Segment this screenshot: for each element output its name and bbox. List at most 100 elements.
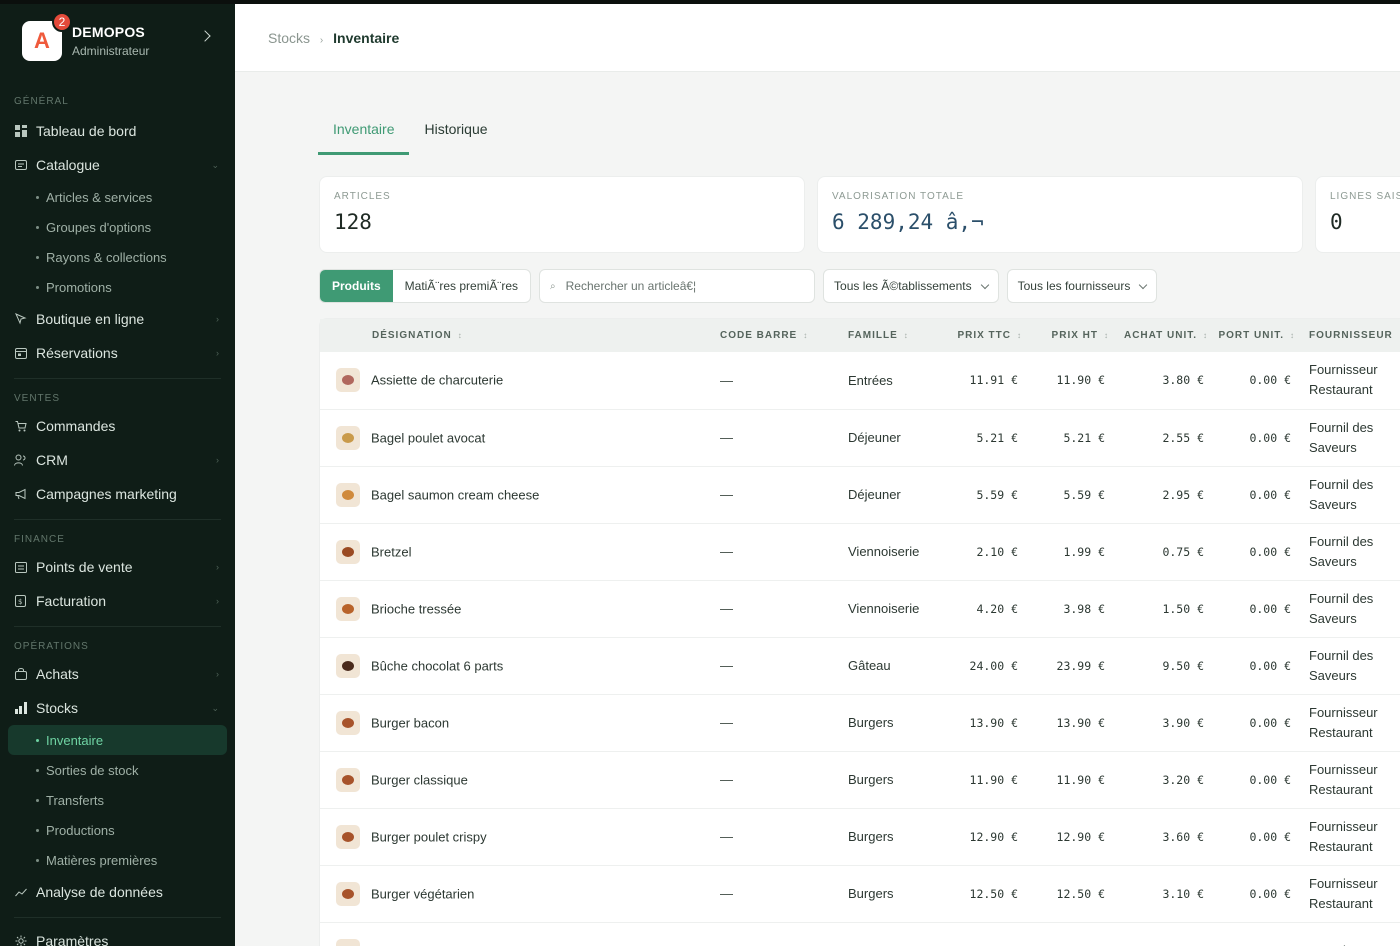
- sidebar-item-stocks[interactable]: Stocks ⌄: [0, 691, 235, 725]
- product-name: Bretzel: [371, 544, 412, 559]
- cell-shipping-unit: 0.00 €: [1249, 658, 1291, 673]
- sidebar-item-parametres[interactable]: Paramètres: [0, 924, 235, 946]
- segment-matieres[interactable]: MatiÃ¨res premiÃ¨res: [393, 270, 530, 302]
- table-row[interactable]: Bagel poulet avocat — Déjeuner 5.21 € 5.21 €…: [320, 409, 1400, 466]
- users-icon: [14, 454, 27, 467]
- sidebar-item-crm[interactable]: CRM ›: [0, 443, 235, 477]
- sidebar-item-label: Réservations: [36, 345, 118, 361]
- sidebar-item-reservations[interactable]: Réservations ›: [0, 336, 235, 370]
- bag-icon: [14, 668, 27, 681]
- brand-role: Administrateur: [72, 44, 150, 58]
- sidebar-item-analyse[interactable]: Analyse de données: [0, 875, 235, 909]
- product-thumbnail: [336, 653, 360, 678]
- sidebar-item-label: Facturation: [36, 593, 107, 609]
- sidebar-item-label: CRM: [36, 452, 68, 468]
- sidebar-subitem-productions[interactable]: Productions: [0, 815, 235, 845]
- sidebar-item-facturation[interactable]: $ Facturation ›: [0, 584, 235, 618]
- sidebar-subitem-label: Inventaire: [46, 732, 104, 748]
- column-header[interactable]: CODE BARRE ↕: [720, 319, 848, 352]
- sidebar-subitem-sorties[interactable]: Sorties de stock: [0, 755, 235, 785]
- cell-supplier: Fournil des Saveurs: [1309, 476, 1374, 512]
- column-header[interactable]: PORT UNIT. ↕: [1216, 319, 1303, 352]
- tab-inventaire[interactable]: Inventaire: [318, 112, 410, 155]
- chevron-right-icon: ›: [216, 562, 219, 572]
- sidebar-item-commandes[interactable]: Commandes: [0, 409, 235, 443]
- sidebar-subitem-inventaire[interactable]: Inventaire: [8, 725, 227, 755]
- cell-price-ttc: 11.91 €: [969, 373, 1018, 388]
- table-row[interactable]: Bagel saumon cream cheese — Déjeuner 5.59 €…: [320, 466, 1400, 523]
- table-row[interactable]: Burger végétarien — Burgers 12.50 € 12.50 € 3…: [320, 865, 1400, 922]
- table-row[interactable]: Bretzel — Viennoiserie 2.10 € 1.99 € 0.75 € 0.…: [320, 523, 1400, 580]
- sidebar-item-dashboard[interactable]: Tableau de bord: [0, 114, 235, 148]
- table-row[interactable]: Bûche chocolat 6 parts — Gâteau 24.00 € 23.9…: [320, 637, 1400, 694]
- sidebar-item-label: Stocks: [36, 700, 79, 716]
- product-thumbnail: [336, 368, 360, 393]
- catalogue-icon: [14, 159, 27, 172]
- breadcrumb-separator: ›: [319, 34, 324, 46]
- divider: [14, 917, 221, 918]
- product-thumbnail: [336, 881, 360, 906]
- search-input[interactable]: ⌕ Rechercher un articleâ€¦: [539, 269, 816, 303]
- column-header[interactable]: ACHAT UNIT. ↕: [1117, 319, 1216, 352]
- sidebar-item-campagnes[interactable]: Campagnes marketing: [0, 477, 235, 511]
- account-switcher[interactable]: A 2 DEMOPOS Administrateur: [0, 4, 235, 78]
- cell-family: Viennoiserie: [848, 544, 920, 559]
- sidebar-item-catalogue[interactable]: Catalogue ⌄: [0, 148, 235, 182]
- column-header[interactable]: DÉSIGNATION ↕: [320, 319, 720, 352]
- table-row[interactable]: Burger poulet crispy — Burgers 12.90 € 12.90…: [320, 808, 1400, 865]
- cell-family: Déjeuner: [848, 487, 901, 502]
- tab-historique[interactable]: Historique: [409, 112, 502, 155]
- stat-card-lignes: LIGNES SAISIES 0: [1315, 176, 1400, 253]
- cell-designation: Bagel saumon cream cheese: [320, 466, 720, 523]
- sidebar-subitem-promotions[interactable]: Promotions: [0, 272, 235, 302]
- sidebar-subitem-label: Articles & services: [46, 189, 153, 205]
- table-row[interactable]: Burger bacon — Burgers 13.90 € 13.90 € 3.90 €…: [320, 694, 1400, 751]
- chevron-right-icon[interactable]: [199, 30, 211, 42]
- table-row[interactable]: Brioche tressée — Viennoiserie 4.20 € 3.98 €…: [320, 580, 1400, 637]
- cell-designation: Bagel poulet avocat: [320, 409, 720, 466]
- table-row[interactable]: Assiette de charcuterie — Entrées 11.91 € 11…: [320, 352, 1400, 409]
- table-row[interactable]: Burger classique — Burgers 11.90 € 11.90 € 3.…: [320, 751, 1400, 808]
- cell-price-ht: 23.99 €: [1056, 658, 1105, 673]
- supplier-select[interactable]: Tous les fournisseurs: [1006, 269, 1158, 303]
- establishment-select[interactable]: Tous les Ã©tablissements: [823, 269, 999, 303]
- table-header-row: DÉSIGNATION ↕ CODE BARRE ↕ FAMILLE ↕ PRIX T…: [320, 319, 1400, 352]
- megaphone-icon: [14, 488, 27, 501]
- product-image-icon: [342, 888, 354, 899]
- cell-purchase-unit: 3.80 €: [1162, 373, 1204, 388]
- breadcrumb-parent[interactable]: Stocks: [268, 30, 310, 46]
- sidebar-subitem-articles[interactable]: Articles & services: [0, 182, 235, 212]
- cell-purchase-unit: 2.95 €: [1162, 487, 1204, 502]
- column-header[interactable]: PRIX TTC ↕: [943, 319, 1030, 352]
- cell-supplier: Fournisseur: [1303, 922, 1400, 946]
- cell-price-ht: 11.90 €: [1056, 373, 1105, 388]
- cell-price-ttc: 5.21 €: [976, 430, 1018, 445]
- sidebar-subitem-rayons[interactable]: Rayons & collections: [0, 242, 235, 272]
- column-header[interactable]: PRIX HT ↕: [1030, 319, 1117, 352]
- sidebar-item-boutique[interactable]: Boutique en ligne ›: [0, 302, 235, 336]
- search-icon: ⌕: [550, 280, 556, 292]
- stat-value: 0: [1330, 210, 1343, 234]
- segment-produits[interactable]: Produits: [320, 270, 393, 302]
- cell-price-ht: 13.90 €: [1056, 715, 1105, 730]
- sidebar-subitem-matieres[interactable]: Matières premières: [0, 845, 235, 875]
- table-row[interactable]: Fournisseur: [320, 922, 1400, 946]
- chevron-down-icon: [980, 280, 989, 289]
- cell-family: Burgers: [848, 829, 894, 844]
- sidebar-item-points-vente[interactable]: Points de vente ›: [0, 550, 235, 584]
- breadcrumb-current: Inventaire: [333, 29, 400, 46]
- sidebar-subitem-options[interactable]: Groupes d'options: [0, 212, 235, 242]
- column-header[interactable]: FAMILLE ↕: [848, 319, 943, 352]
- cell-shipping-unit: 0.00 €: [1249, 373, 1291, 388]
- cell-barcode: —: [720, 544, 733, 559]
- sidebar-item-achats[interactable]: Achats ›: [0, 657, 235, 691]
- logo-letter: A: [34, 28, 50, 53]
- column-header[interactable]: FOURNISSEUR: [1303, 319, 1400, 352]
- section-title-ventes: VENTES: [14, 393, 61, 404]
- product-name: Brioche tressée: [371, 601, 462, 616]
- chevron-down-icon: ⌄: [211, 702, 219, 713]
- cell-barcode: —: [720, 886, 733, 901]
- sidebar-item-label: Paramètres: [36, 933, 109, 946]
- cell-price-ttc: 24.00 €: [969, 658, 1018, 673]
- sidebar-subitem-transferts[interactable]: Transferts: [0, 785, 235, 815]
